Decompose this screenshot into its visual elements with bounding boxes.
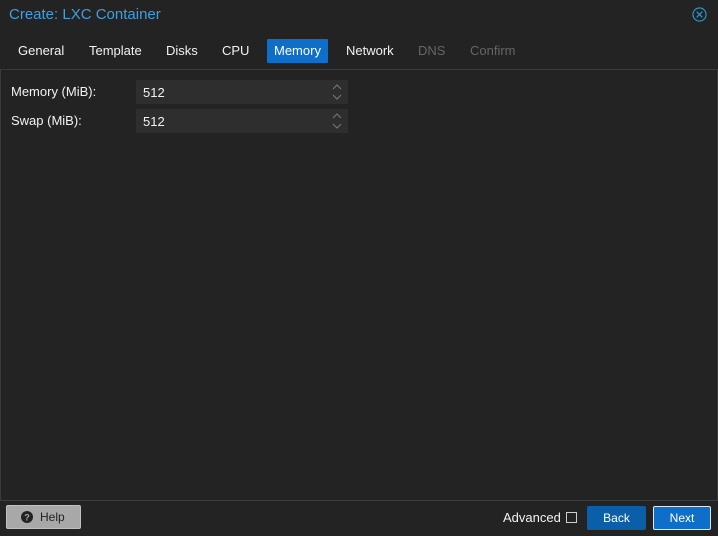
question-circle-icon: ?	[21, 511, 33, 523]
advanced-label: Advanced	[503, 510, 561, 525]
tab-template[interactable]: Template	[82, 39, 149, 63]
dialog-footer: ? Help Advanced Back Next	[0, 500, 718, 536]
wizard-tabs: General Template Disks CPU Memory Networ…	[0, 39, 718, 63]
title-bar: Create: LXC Container	[0, 0, 718, 30]
spinner-icon[interactable]	[331, 112, 343, 130]
advanced-checkbox[interactable]	[566, 512, 577, 523]
tab-memory[interactable]: Memory	[267, 39, 328, 63]
tab-dns: DNS	[418, 43, 446, 58]
memory-field[interactable]	[136, 80, 348, 104]
help-label: Help	[40, 510, 65, 524]
memory-input[interactable]	[143, 80, 323, 104]
swap-label: Swap (MiB):	[11, 113, 82, 128]
close-icon[interactable]	[692, 7, 707, 22]
back-button[interactable]: Back	[587, 506, 646, 530]
tab-confirm: Confirm	[470, 43, 516, 58]
memory-panel: Memory (MiB): Swap (MiB):	[0, 69, 718, 501]
tab-general[interactable]: General	[11, 39, 71, 63]
next-button[interactable]: Next	[653, 506, 711, 530]
spinner-icon[interactable]	[331, 83, 343, 101]
tab-disks[interactable]: Disks	[159, 39, 205, 63]
svg-text:?: ?	[24, 512, 30, 522]
dialog-title: Create: LXC Container	[9, 6, 161, 23]
create-lxc-dialog: Create: LXC Container General Template D…	[0, 0, 718, 536]
tab-network[interactable]: Network	[339, 39, 401, 63]
swap-input[interactable]	[143, 109, 323, 133]
tab-cpu[interactable]: CPU	[215, 39, 256, 63]
memory-label: Memory (MiB):	[11, 84, 97, 99]
swap-field[interactable]	[136, 109, 348, 133]
help-button[interactable]: ? Help	[6, 505, 81, 529]
